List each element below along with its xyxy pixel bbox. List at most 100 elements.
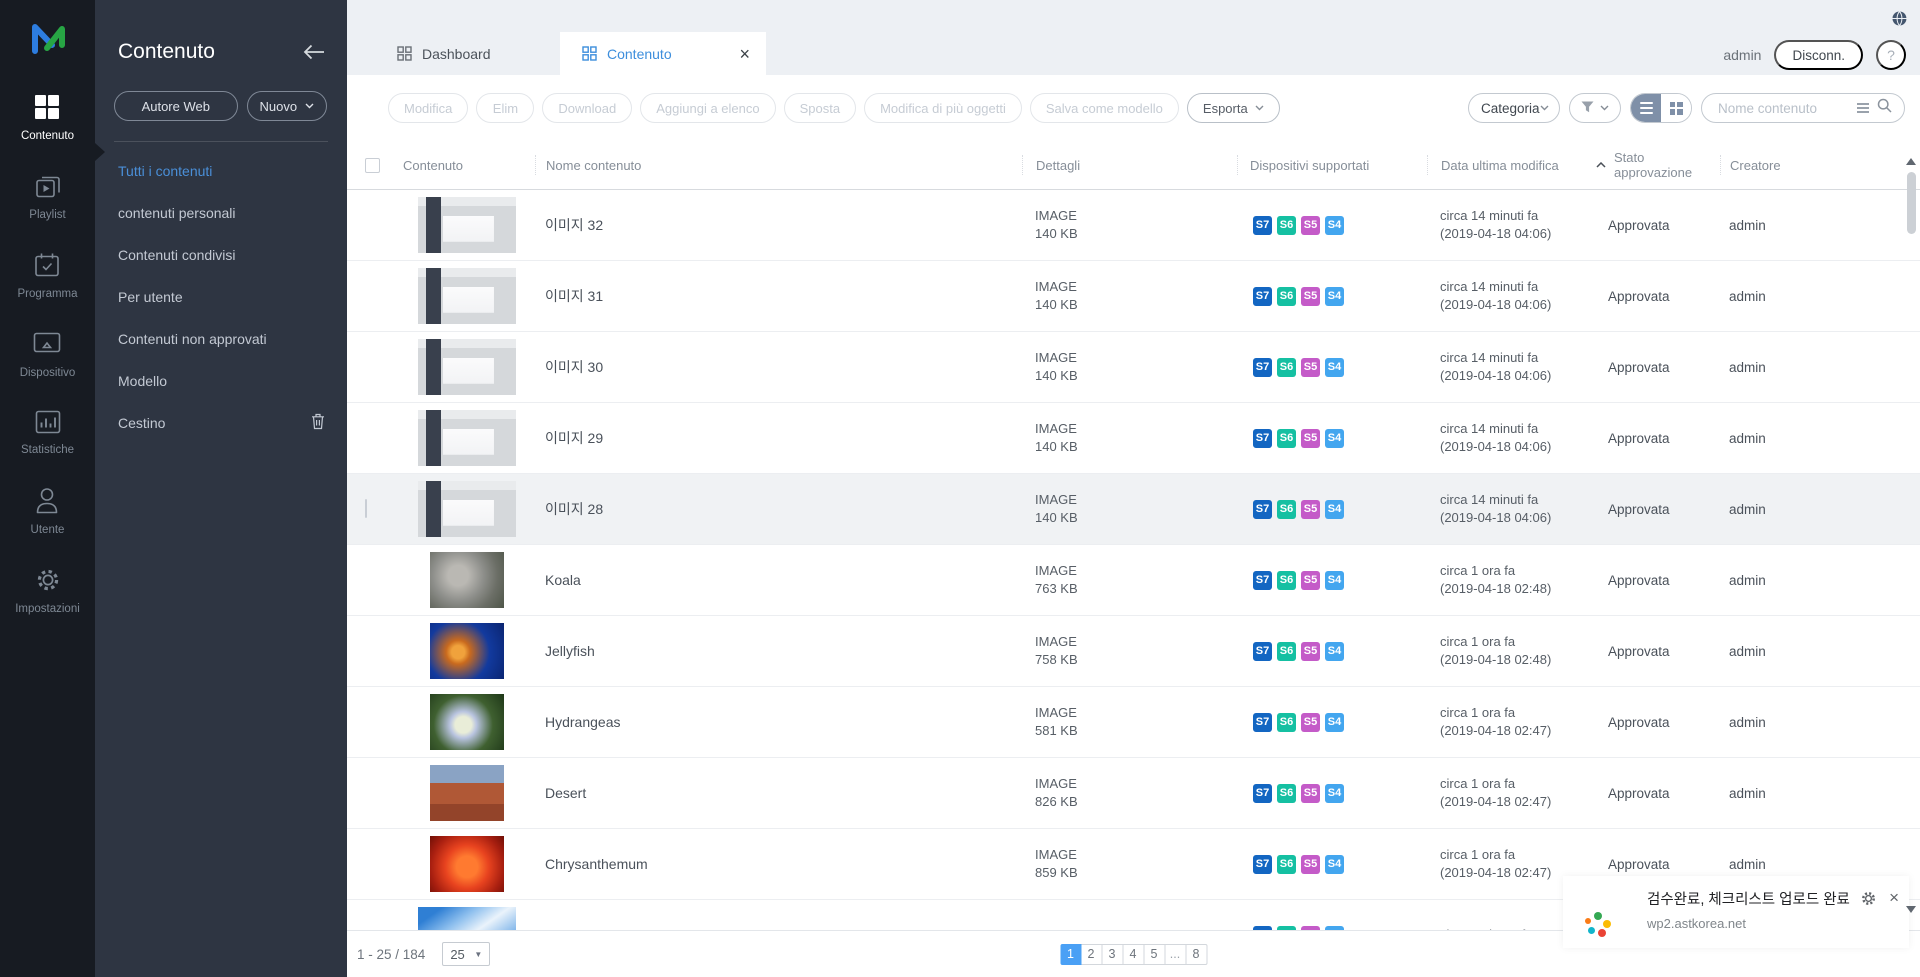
language-globe-icon[interactable]	[1891, 10, 1908, 27]
device-badge-s4: S4	[1325, 855, 1344, 874]
aggiungi-a-elenco-button[interactable]: Aggiungi a elenco	[640, 93, 775, 123]
user-icon	[35, 487, 59, 517]
web-author-button[interactable]: Autore Web	[114, 91, 238, 121]
device-badge-s6: S6	[1277, 358, 1296, 377]
content-details: IMAGE140 KB	[1022, 278, 1237, 314]
page-size-select[interactable]: 25 ▼	[442, 942, 490, 966]
esporta-button[interactable]: Esporta	[1187, 93, 1280, 123]
trash-icon[interactable]	[311, 413, 325, 433]
download-button[interactable]: Download	[542, 93, 632, 123]
scrollbar-thumb[interactable]	[1907, 172, 1916, 234]
table-row[interactable]: Jellyfish IMAGE758 KB S7S6S5S4 circa 1 o…	[347, 616, 1920, 687]
notification-close-icon[interactable]: ×	[1889, 889, 1899, 906]
tab-contenuto[interactable]: Contenuto ×	[560, 32, 766, 75]
row-range-label: 1 - 25 / 184	[357, 947, 425, 962]
table-row[interactable]: 이미지 28 IMAGE140 KB S7S6S5S4 circa 14 min…	[347, 474, 1920, 545]
table-row[interactable]: 이미지 32 IMAGE140 KB S7S6S5S4 circa 14 min…	[347, 190, 1920, 261]
col-nome-contenuto[interactable]: Nome contenuto	[535, 155, 1022, 175]
table-row[interactable]: 이미지 30 IMAGE140 KB S7S6S5S4 circa 14 min…	[347, 332, 1920, 403]
rail-item-programma[interactable]: Programma	[17, 252, 77, 300]
device-badge-s7: S7	[1253, 216, 1272, 235]
magicinfo-logo	[26, 18, 70, 63]
col-dettagli[interactable]: Dettagli	[1022, 155, 1237, 175]
scrollbar-down-arrow[interactable]	[1906, 906, 1916, 913]
content-thumbnail	[418, 197, 516, 253]
search-options-icon[interactable]	[1857, 103, 1869, 113]
tab-dashboard[interactable]: Dashboard	[375, 32, 560, 75]
approval-status: Approvata	[1596, 715, 1720, 730]
elimina-button[interactable]: Elim	[476, 93, 534, 123]
sposta-button[interactable]: Sposta	[784, 93, 856, 123]
page-button-8[interactable]: 8	[1186, 944, 1207, 965]
content-details: IMAGE140 KB	[1022, 420, 1237, 456]
device-badge-s5: S5	[1301, 855, 1320, 874]
content-name: 이미지 32	[535, 215, 1022, 235]
rail-item-dispositivo[interactable]: Dispositivo	[20, 331, 76, 379]
category-dropdown[interactable]: Categoria	[1468, 93, 1560, 123]
col-creatore[interactable]: Creatore	[1720, 155, 1920, 175]
notification-settings-icon[interactable]	[1861, 891, 1876, 910]
salva-come-modello-button[interactable]: Salva come modello	[1030, 93, 1179, 123]
device-badge-s4: S4	[1325, 713, 1344, 732]
col-contenuto[interactable]: Contenuto	[399, 155, 535, 175]
scrollbar-up-arrow[interactable]	[1906, 158, 1916, 165]
menu-cestino[interactable]: Cestino	[95, 402, 347, 444]
page-button-5[interactable]: 5	[1144, 944, 1165, 965]
menu-contenuti-personali[interactable]: contenuti personali	[95, 192, 347, 234]
rail-item-utente[interactable]: Utente	[31, 487, 65, 536]
new-button[interactable]: Nuovo	[247, 91, 327, 121]
row-checkbox[interactable]	[365, 499, 367, 518]
rail-item-impostazioni[interactable]: Impostazioni	[15, 567, 80, 615]
menu-tutti-i-contenuti[interactable]: Tutti i contenuti	[95, 150, 347, 192]
approval-status: Approvata	[1596, 218, 1720, 233]
content-name: Desert	[535, 785, 1022, 801]
page-button-2[interactable]: 2	[1081, 944, 1102, 965]
approval-status: Approvata	[1596, 573, 1720, 588]
table-row[interactable]: Desert IMAGE826 KB S7S6S5S4 circa 1 ora …	[347, 758, 1920, 829]
rail-item-contenuto[interactable]: Contenuto	[21, 94, 74, 142]
modifica-button[interactable]: Modifica	[388, 93, 468, 123]
table-row[interactable]: 이미지 29 IMAGE140 KB S7S6S5S4 circa 14 min…	[347, 403, 1920, 474]
device-badge-s7: S7	[1253, 429, 1272, 448]
filter-dropdown[interactable]	[1569, 93, 1621, 123]
content-side-panel: Contenuto Autore Web Nuovo Tutti i conte…	[95, 0, 347, 977]
col-dispositivi-supportati[interactable]: Dispositivi supportati	[1237, 155, 1427, 175]
page-button-3[interactable]: 3	[1102, 944, 1123, 965]
page-button-1[interactable]: 1	[1060, 944, 1081, 965]
grid-view-button[interactable]	[1661, 94, 1691, 122]
display-icon	[33, 331, 61, 360]
close-tab-icon[interactable]: ×	[739, 45, 750, 63]
content-thumbnail	[418, 481, 516, 537]
dashboard-tab-icon	[397, 46, 412, 61]
col-stato-approvazione[interactable]: Stato approvazione	[1596, 155, 1720, 175]
search-icon[interactable]	[1877, 98, 1892, 118]
modifica-piu-oggetti-button[interactable]: Modifica di più oggetti	[864, 93, 1022, 123]
device-badge-s5: S5	[1301, 216, 1320, 235]
device-badge-s4: S4	[1325, 571, 1344, 590]
content-thumbnail	[418, 907, 516, 930]
content-thumbnail	[418, 410, 516, 466]
device-badge-s5: S5	[1301, 571, 1320, 590]
menu-contenuti-non-approvati[interactable]: Contenuti non approvati	[95, 318, 347, 360]
logout-button[interactable]: Disconn.	[1774, 40, 1863, 70]
menu-modello[interactable]: Modello	[95, 360, 347, 402]
collapse-arrow-icon[interactable]	[303, 44, 325, 60]
calendar-icon	[34, 252, 60, 281]
menu-contenuti-condivisi[interactable]: Contenuti condivisi	[95, 234, 347, 276]
select-all-checkbox[interactable]	[365, 158, 380, 173]
search-box	[1701, 93, 1905, 123]
menu-per-utente[interactable]: Per utente	[95, 276, 347, 318]
help-button[interactable]: ?	[1876, 40, 1906, 70]
table-row[interactable]: Koala IMAGE763 KB S7S6S5S4 circa 1 ora f…	[347, 545, 1920, 616]
rail-item-statistiche[interactable]: Statistiche	[21, 410, 74, 456]
device-badge-s6: S6	[1277, 713, 1296, 732]
device-badge-s7: S7	[1253, 287, 1272, 306]
table-row[interactable]: 이미지 31 IMAGE140 KB S7S6S5S4 circa 14 min…	[347, 261, 1920, 332]
col-data-ultima-modifica[interactable]: Data ultima modifica	[1427, 155, 1596, 175]
list-view-button[interactable]	[1631, 94, 1661, 122]
content-details: IMAGE859 KB	[1022, 846, 1237, 882]
table-row[interactable]: Hydrangeas IMAGE581 KB S7S6S5S4 circa 1 …	[347, 687, 1920, 758]
search-input[interactable]	[1718, 101, 1849, 116]
page-button-4[interactable]: 4	[1123, 944, 1144, 965]
rail-item-playlist[interactable]: Playlist	[29, 173, 65, 221]
